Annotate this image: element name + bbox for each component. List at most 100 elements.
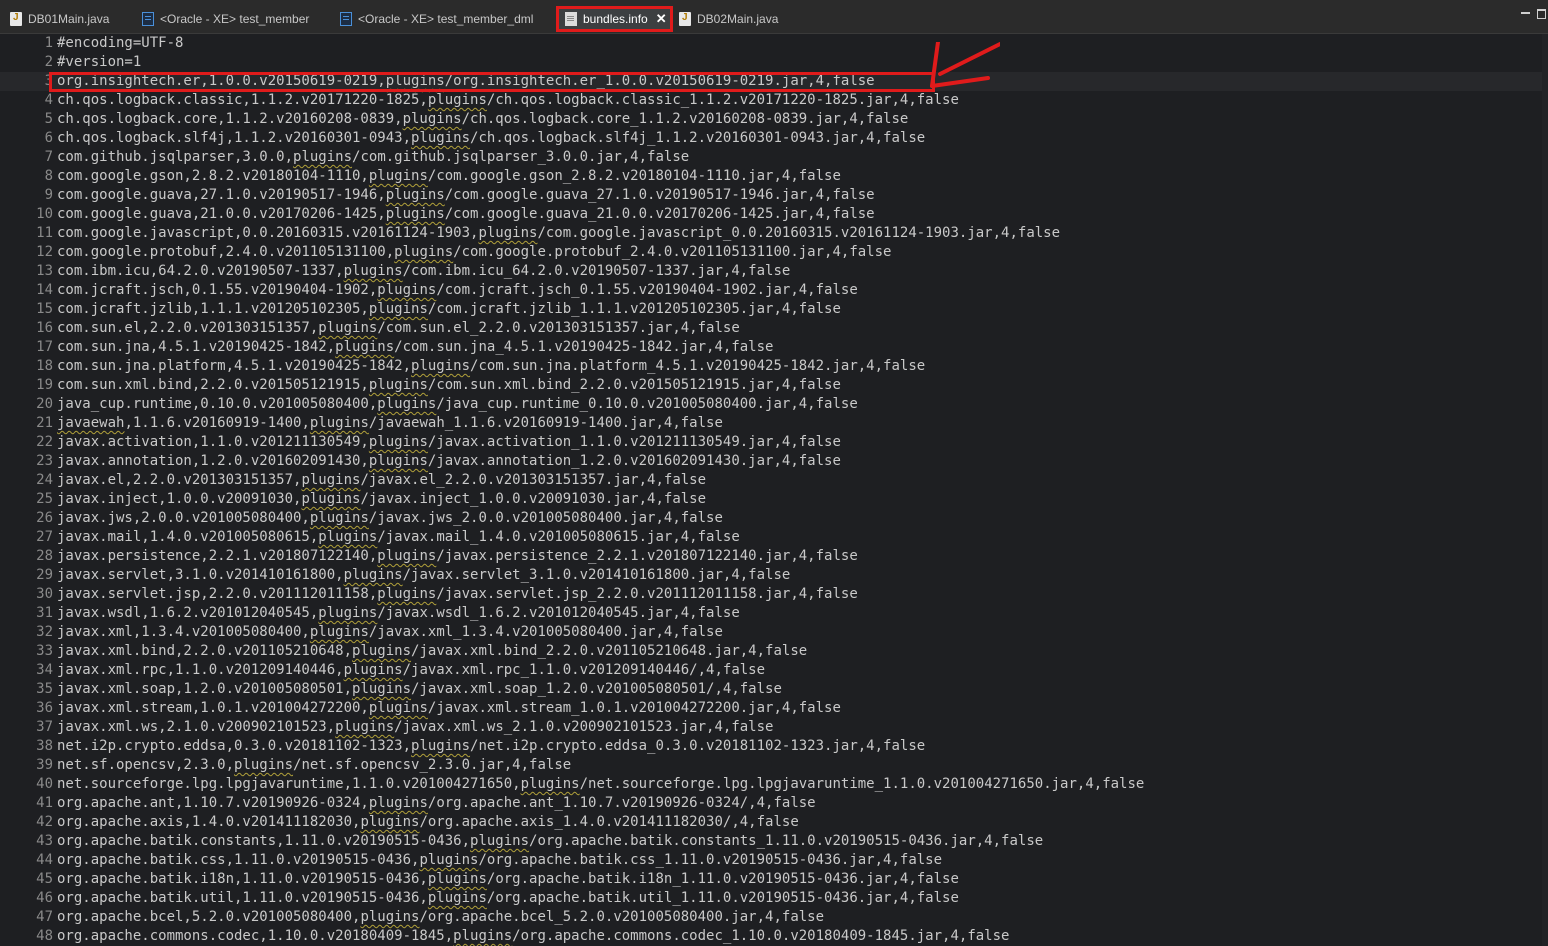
code-line[interactable]: 13 com.ibm.icu,64.2.0.v20190507-1337,plug… — [0, 262, 1548, 281]
code-line[interactable]: 39 net.sf.opencsv,2.3.0,plugins/net.sf.op… — [0, 756, 1548, 775]
line-number: 23 — [36, 453, 53, 469]
code-line[interactable]: 41 org.apache.ant,1.10.7.v20190926-0324,p… — [0, 794, 1548, 813]
code-line[interactable]: 18 com.sun.jna.platform,4.5.1.v20190425-1… — [0, 357, 1548, 376]
minimize-icon[interactable] — [1521, 12, 1530, 14]
line-number: 34 — [36, 662, 53, 678]
code-line[interactable]: 8 com.google.gson,2.8.2.v20180104-1110,pl… — [0, 167, 1548, 186]
code-line[interactable]: 27 javax.mail,1.4.0.v201005080615,plugins… — [0, 528, 1548, 547]
line-text: com.google.guava,27.1.0.v20190517-1946,p… — [57, 187, 875, 203]
code-line[interactable]: 5 ch.qos.logback.core,1.1.2.v20160208-083… — [0, 110, 1548, 129]
code-line[interactable]: 2 #version=1 — [0, 53, 1548, 72]
line-number: 15 — [36, 301, 53, 317]
tab-test-member[interactable]: <Oracle - XE> test_member — [142, 7, 309, 31]
line-text: com.sun.el,2.2.0.v201303151357,plugins/c… — [57, 320, 740, 336]
code-line[interactable]: 15 com.jcraft.jzlib,1.1.1.v201205102305,p… — [0, 300, 1548, 319]
line-number: 47 — [36, 909, 53, 925]
line-number: 25 — [36, 491, 53, 507]
code-line[interactable]: 12 com.google.protobuf,2.4.0.v20110513110… — [0, 243, 1548, 262]
code-line[interactable]: 40 net.sourceforge.lpg.lpgjavaruntime,1.1… — [0, 775, 1548, 794]
line-number: 37 — [36, 719, 53, 735]
line-number: 46 — [36, 890, 53, 906]
line-text: com.sun.jna.platform,4.5.1.v20190425-184… — [57, 358, 926, 374]
code-line[interactable]: 22 javax.activation,1.1.0.v201211130549,p… — [0, 433, 1548, 452]
line-number: 9 — [44, 187, 53, 203]
code-line[interactable]: 19 com.sun.xml.bind,2.2.0.v201505121915,p… — [0, 376, 1548, 395]
line-number: 16 — [36, 320, 53, 336]
code-line[interactable]: 25 javax.inject,1.0.0.v20091030,plugins/j… — [0, 490, 1548, 509]
code-line[interactable]: 4 ch.qos.logback.classic,1.1.2.v20171220-… — [0, 91, 1548, 110]
line-text: javax.el,2.2.0.v201303151357,plugins/jav… — [57, 472, 707, 488]
code-line[interactable]: 23 javax.annotation,1.2.0.v201602091430,p… — [0, 452, 1548, 471]
code-line[interactable]: 30 javax.servlet.jsp,2.2.0.v201112011158,… — [0, 585, 1548, 604]
code-line[interactable]: 20 java_cup.runtime,0.10.0.v201005080400,… — [0, 395, 1548, 414]
sql-file-icon — [142, 12, 154, 26]
code-line[interactable]: 24 javax.el,2.2.0.v201303151357,plugins/j… — [0, 471, 1548, 490]
code-line[interactable]: 35 javax.xml.soap,1.2.0.v201005080501,plu… — [0, 680, 1548, 699]
tab-test-member-dml[interactable]: <Oracle - XE> test_member_dml — [340, 7, 533, 31]
code-line[interactable]: 45 org.apache.batik.i18n,1.11.0.v20190515… — [0, 870, 1548, 889]
line-number: 24 — [36, 472, 53, 488]
code-line[interactable]: 6 ch.qos.logback.slf4j,1.1.2.v20160301-09… — [0, 129, 1548, 148]
tab-bundles-info[interactable]: bundles.info ✕ — [565, 7, 667, 31]
code-line[interactable]: 43 org.apache.batik.constants,1.11.0.v201… — [0, 832, 1548, 851]
code-line[interactable]: 31 javax.wsdl,1.6.2.v201012040545,plugins… — [0, 604, 1548, 623]
line-number: 19 — [36, 377, 53, 393]
code-line[interactable]: 48 org.apache.commons.codec,1.10.0.v20180… — [0, 927, 1548, 946]
line-number: 4 — [44, 92, 53, 108]
code-line[interactable]: 29 javax.servlet,3.1.0.v201410161800,plug… — [0, 566, 1548, 585]
line-number: 5 — [44, 111, 53, 127]
line-number: 22 — [36, 434, 53, 450]
line-text: javax.servlet.jsp,2.2.0.v201112011158,pl… — [57, 586, 858, 602]
code-line[interactable]: 46 org.apache.batik.util,1.11.0.v20190515… — [0, 889, 1548, 908]
line-text: org.apache.axis,1.4.0.v201411182030,plug… — [57, 814, 799, 830]
line-text: org.apache.batik.util,1.11.0.v20190515-0… — [57, 890, 959, 906]
text-editor[interactable]: 1 #encoding=UTF-8 2 #version=1 3 org.insighte… — [0, 34, 1548, 946]
code-line[interactable]: 1 #encoding=UTF-8 — [0, 34, 1548, 53]
code-line[interactable]: 33 javax.xml.bind,2.2.0.v201105210648,plu… — [0, 642, 1548, 661]
line-number: 1 — [44, 35, 53, 51]
line-number: 6 — [44, 130, 53, 146]
line-text: javax.jws,2.0.0.v201005080400,plugins/ja… — [57, 510, 723, 526]
line-number: 17 — [36, 339, 53, 355]
code-line[interactable]: 37 javax.xml.ws,2.1.0.v200902101523,plugi… — [0, 718, 1548, 737]
code-line[interactable]: 9 com.google.guava,27.1.0.v20190517-1946,… — [0, 186, 1548, 205]
tab-db02main[interactable]: DB02Main.java — [679, 7, 778, 31]
line-number: 31 — [36, 605, 53, 621]
code-line[interactable]: 16 com.sun.el,2.2.0.v201303151357,plugins… — [0, 319, 1548, 338]
line-text: javax.xml,1.3.4.v201005080400,plugins/ja… — [57, 624, 723, 640]
code-line[interactable]: 32 javax.xml,1.3.4.v201005080400,plugins/… — [0, 623, 1548, 642]
code-line[interactable]: 47 org.apache.bcel,5.2.0.v201005080400,pl… — [0, 908, 1548, 927]
line-text: ch.qos.logback.slf4j,1.1.2.v20160301-094… — [57, 130, 926, 146]
code-line[interactable]: 34 javax.xml.rpc,1.1.0.v201209140446,plug… — [0, 661, 1548, 680]
line-number: 2 — [44, 54, 53, 70]
close-icon[interactable]: ✕ — [656, 11, 667, 27]
line-number: 43 — [36, 833, 53, 849]
line-text: com.google.protobuf,2.4.0.v201105131100,… — [57, 244, 892, 260]
code-line[interactable]: 10 com.google.guava,21.0.0.v20170206-1425… — [0, 205, 1548, 224]
line-number: 30 — [36, 586, 53, 602]
code-line[interactable]: 44 org.apache.batik.css,1.11.0.v20190515-… — [0, 851, 1548, 870]
line-number: 41 — [36, 795, 53, 811]
code-line[interactable]: 42 org.apache.axis,1.4.0.v201411182030,pl… — [0, 813, 1548, 832]
line-text: com.jcraft.jzlib,1.1.1.v201205102305,plu… — [57, 301, 841, 317]
line-text: javax.activation,1.1.0.v201211130549,plu… — [57, 434, 841, 450]
code-line[interactable]: 21 javaewah,1.1.6.v20160919-1400,plugins/… — [0, 414, 1548, 433]
line-number: 39 — [36, 757, 53, 773]
code-line[interactable]: 11 com.google.javascript,0.0.20160315.v20… — [0, 224, 1548, 243]
code-line[interactable]: 14 com.jcraft.jsch,0.1.55.v20190404-1902,… — [0, 281, 1548, 300]
line-text: javax.xml.soap,1.2.0.v201005080501,plugi… — [57, 681, 782, 697]
code-line[interactable]: 28 javax.persistence,2.2.1.v201807122140,… — [0, 547, 1548, 566]
code-line[interactable]: 38 net.i2p.crypto.eddsa,0.3.0.v20181102-1… — [0, 737, 1548, 756]
tab-db01main[interactable]: DB01Main.java — [10, 7, 109, 31]
code-line[interactable]: 7 com.github.jsqlparser,3.0.0,plugins/com… — [0, 148, 1548, 167]
line-text: javax.xml.bind,2.2.0.v201105210648,plugi… — [57, 643, 808, 659]
maximize-icon[interactable] — [1537, 9, 1546, 19]
line-text: #encoding=UTF-8 — [57, 35, 184, 51]
vertical-scrollbar[interactable] — [1542, 34, 1548, 946]
code-line[interactable]: 26 javax.jws,2.0.0.v201005080400,plugins/… — [0, 509, 1548, 528]
line-number: 45 — [36, 871, 53, 887]
code-line[interactable]: 17 com.sun.jna,4.5.1.v20190425-1842,plugi… — [0, 338, 1548, 357]
tab-label: DB02Main.java — [697, 12, 779, 26]
line-text: org.apache.batik.i18n,1.11.0.v20190515-0… — [57, 871, 959, 887]
code-line[interactable]: 36 javax.xml.stream,1.0.1.v201004272200,p… — [0, 699, 1548, 718]
